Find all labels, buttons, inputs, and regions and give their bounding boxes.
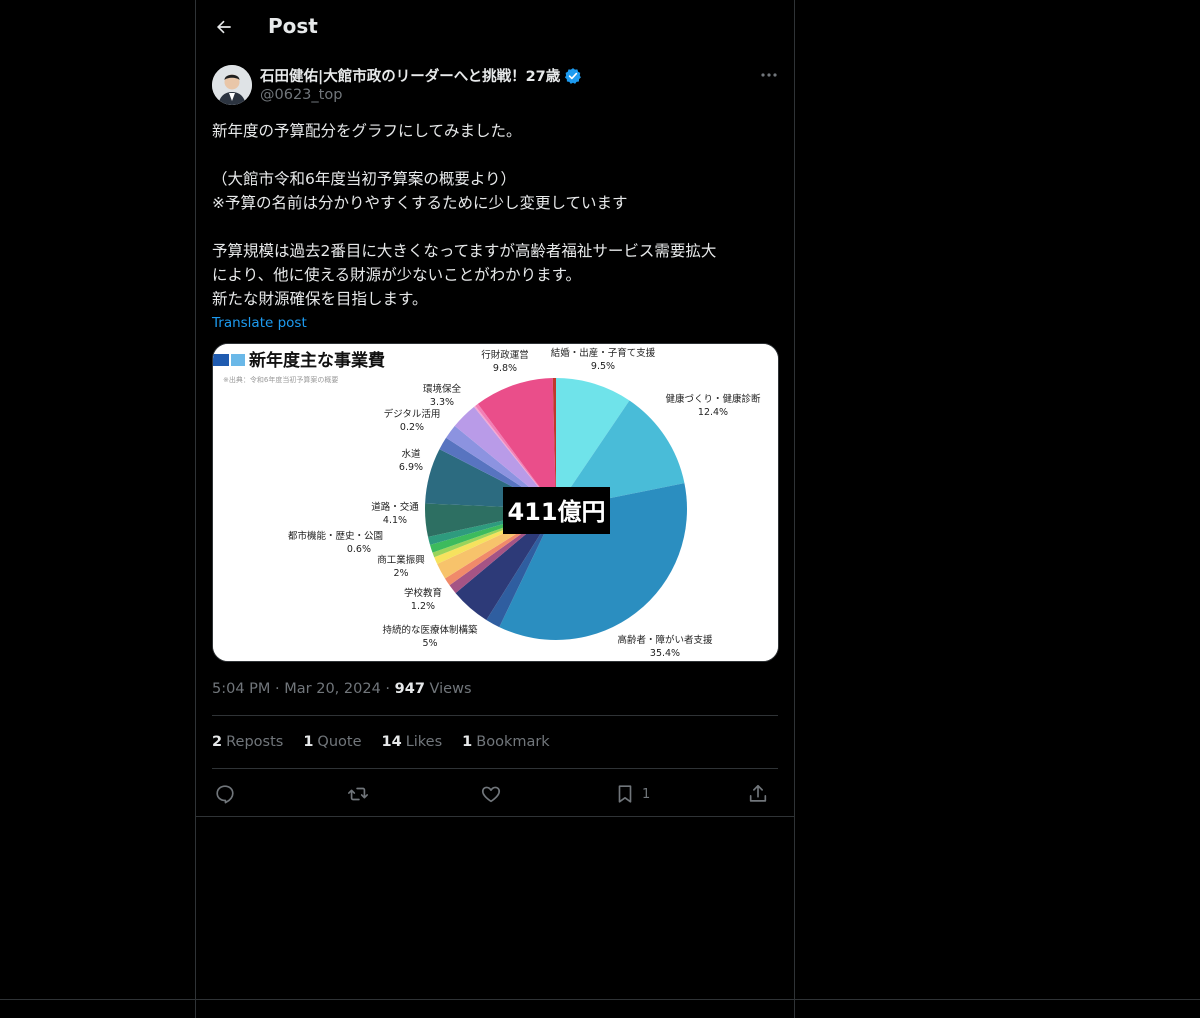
post-text-line: 予算規模は過去2番目に大きくなってますが高齢者福祉サービス需要拡大 — [212, 242, 717, 260]
more-dots-icon — [761, 73, 777, 77]
chart-title: 新年度主な事業費 — [249, 350, 385, 371]
heart-icon — [481, 786, 501, 803]
slice-label: デジタル活用 — [384, 408, 441, 420]
slice-label: 水道 — [401, 448, 421, 460]
reply-button[interactable] — [214, 778, 236, 810]
post-text-line — [212, 215, 772, 239]
slice-label: 学校教育 — [404, 587, 442, 599]
avatar-photo — [212, 65, 252, 105]
bookmarks-label: Bookmark — [476, 734, 550, 750]
slice-value-label: 0.2% — [400, 422, 424, 433]
reposts-label: Reposts — [226, 734, 284, 750]
slice-label: 結婚・出産・子育て支援 — [551, 347, 656, 359]
author-name[interactable]: 石田健佑|大館市政のリーダーへと挑戦！27歳 — [260, 65, 582, 86]
slice-value-label: 12.4% — [698, 407, 728, 418]
author-name-text: 石田健佑|大館市政のリーダーへと挑戦！27歳 — [260, 69, 561, 85]
slice-label: 行財政運営 — [481, 349, 529, 361]
center-total-label: 411億円 — [507, 498, 605, 526]
post-text: 新年度の予算配分をグラフにしてみました。 （大館市令和6年度当初予算案の概要より… — [212, 119, 772, 311]
meta-separator: · — [385, 681, 395, 697]
slice-label: 高齢者・障がい者支援 — [617, 634, 713, 646]
likes-label: Likes — [405, 734, 443, 750]
share-button[interactable] — [747, 778, 769, 810]
title-bar-marker — [213, 354, 229, 366]
back-button[interactable] — [208, 11, 240, 43]
slice-value-label: 9.8% — [493, 363, 517, 374]
repost-icon — [348, 787, 368, 801]
chart-source-note: ※出典：令和6年度当初予算案の概要 — [223, 375, 338, 384]
quotes-stat[interactable]: 1 Quote — [303, 734, 361, 750]
post-meta: 5:04 PM · Mar 20, 2024 · 947 Views — [212, 681, 472, 697]
views-label: Views — [429, 681, 472, 697]
post-text-line: により、他に使える財源が少ないことがわかります。 — [212, 266, 582, 284]
reposts-stat[interactable]: 2 Reposts — [212, 734, 283, 750]
slice-label: 商工業振興 — [377, 554, 425, 566]
post-text-line — [212, 143, 772, 167]
like-button[interactable] — [480, 778, 502, 810]
more-options-button[interactable] — [756, 64, 782, 86]
quotes-label: Quote — [317, 734, 362, 750]
slice-value-label: 2% — [393, 568, 408, 579]
divider — [212, 715, 778, 716]
slice-value-label: 9.5% — [591, 361, 615, 372]
bookmarks-count: 1 — [462, 734, 473, 750]
back-arrow-icon — [216, 20, 231, 34]
post-column: Post 石田健佑|大館市政のリーダーへと挑戦！27歳 @0623_top 新年… — [195, 0, 795, 1018]
slice-value-label: 35.4% — [650, 648, 680, 659]
post-text-line: ※予算の名前は分かりやすくするために少し変更しています — [212, 194, 628, 212]
reply-icon — [216, 785, 234, 804]
verified-badge-icon — [565, 67, 582, 84]
bookmark-count: 1 — [642, 786, 651, 802]
post-bottom-border — [196, 816, 794, 817]
post-text-line: （大館市令和6年度当初予算案の概要より） — [212, 170, 517, 188]
pie-chart: 新年度主な事業費 ※出典：令和6年度当初予算案の概要 結婚・出産・子育て支援 9.… — [213, 344, 778, 661]
author-handle[interactable]: @0623_top — [260, 87, 342, 103]
post-text-line: 新年度の予算配分をグラフにしてみました。 — [212, 122, 522, 140]
post-header: Post — [196, 0, 794, 54]
meta-separator: · — [275, 681, 285, 697]
slice-label: 環境保全 — [423, 383, 462, 395]
page-title: Post — [268, 14, 318, 38]
bookmark-button[interactable]: 1 — [614, 778, 650, 810]
slice-value-label: 1.2% — [411, 601, 435, 612]
post-time[interactable]: 5:04 PM — [212, 681, 270, 697]
slice-label: 持続的な医療体制構築 — [382, 624, 478, 636]
post-date[interactable]: Mar 20, 2024 — [284, 681, 381, 697]
likes-stat[interactable]: 14 Likes — [382, 734, 443, 750]
bookmarks-stat[interactable]: 1 Bookmark — [462, 734, 550, 750]
views-count: 947 — [394, 681, 425, 697]
slice-value-label: 3.3% — [430, 397, 454, 408]
repost-button[interactable] — [347, 778, 369, 810]
slice-value-label: 0.6% — [347, 544, 371, 555]
likes-count: 14 — [381, 734, 402, 750]
post-image[interactable]: 新年度主な事業費 ※出典：令和6年度当初予算案の概要 結婚・出産・子育て支援 9.… — [212, 343, 779, 662]
quotes-count: 1 — [303, 734, 314, 750]
slice-label: 道路・交通 — [371, 501, 419, 513]
slice-label: 都市機能・歴史・公園 — [288, 530, 383, 542]
slice-value-label: 4.1% — [383, 515, 407, 526]
slice-value-label: 5% — [422, 638, 437, 649]
slice-label: 健康づくり・健康診断 — [665, 393, 761, 405]
action-bar: 1 — [212, 778, 778, 810]
bookmark-icon — [618, 785, 632, 803]
translate-post-link[interactable]: Translate post — [212, 315, 307, 331]
reposts-count: 2 — [212, 734, 223, 750]
engagement-stats: 2 Reposts 1 Quote 14 Likes 1 Bookmark — [212, 734, 550, 750]
share-icon — [749, 784, 767, 802]
slice-value-label: 6.9% — [399, 462, 423, 473]
avatar[interactable] — [212, 65, 252, 105]
title-bar-marker — [231, 354, 245, 366]
divider — [212, 768, 778, 769]
post-text-line: 新たな財源確保を目指します。 — [212, 290, 428, 308]
